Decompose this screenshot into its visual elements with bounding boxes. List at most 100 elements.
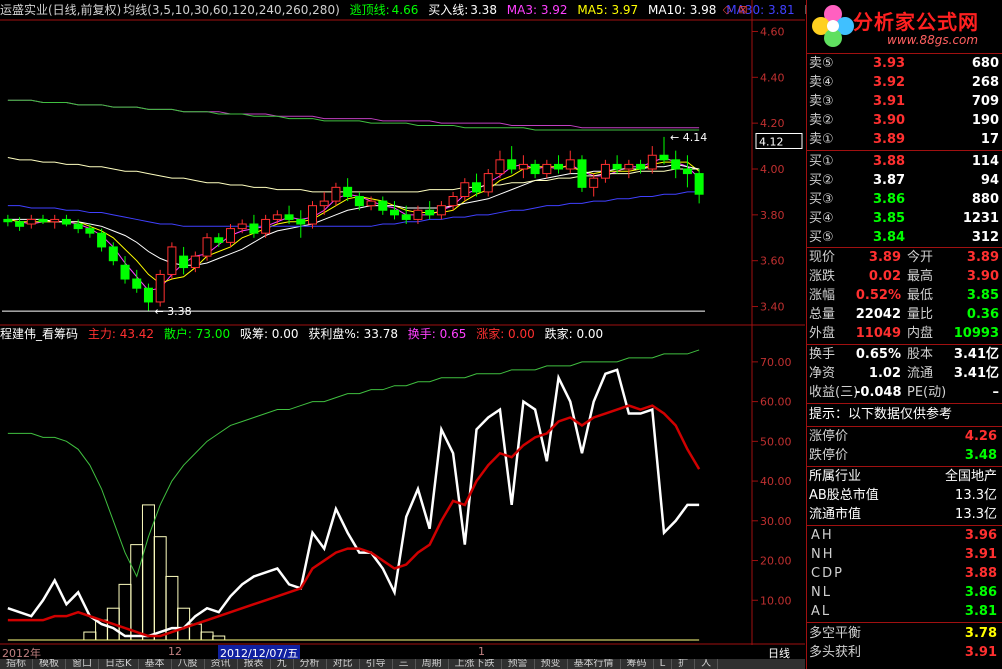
stat-value: 10993 — [953, 326, 999, 341]
stat-label: 收益(三) — [809, 385, 859, 400]
bottom-tab[interactable]: 筹码 — [621, 659, 654, 669]
stat-value: 11049 — [855, 326, 901, 341]
stat-row: 换手 0.65% 股本 3.41亿 — [807, 345, 1002, 364]
bottom-tab[interactable]: 周期 — [416, 659, 449, 669]
bottom-tab[interactable]: 窗口 — [66, 659, 99, 669]
escape-label: 逃顶线: — [349, 3, 390, 17]
bottom-tab[interactable]: 指标 — [0, 659, 33, 669]
stat-row: 现价 3.89 今开 3.89 — [807, 248, 1002, 267]
bid-row: 买① 3.88 114 — [807, 152, 1002, 171]
candle-body — [659, 154, 669, 161]
ask-row: 卖⑤ 3.93 680 — [807, 54, 1002, 73]
stat-row: 总量 22042 量比 0.36 — [807, 305, 1002, 324]
bottom-tab[interactable]: 模板 — [33, 659, 66, 669]
close-icon[interactable]: ⊠ — [736, 3, 750, 17]
balance-value: 3.91 — [964, 645, 997, 660]
bottom-tab[interactable]: 九 — [271, 659, 294, 669]
candle-body — [682, 168, 692, 175]
chart-header: 运盛实业(日线,前复权) 均线(3,5,10,30,60,120,240,260,… — [0, 0, 819, 20]
industry-row: AB股总市值 13.3亿 — [807, 486, 1002, 505]
stat-value: 0.65% — [855, 347, 901, 362]
balance-label: 多空平衡 — [809, 626, 862, 641]
stat-row: 涨跌 0.02 最高 3.90 — [807, 267, 1002, 286]
indicator-tick-label: 50.00 — [760, 435, 792, 448]
pivot-value: 3.86 — [964, 585, 997, 600]
stat-value: 0.36 — [966, 307, 999, 322]
stat-label: 总量 — [809, 307, 836, 322]
bottom-tab[interactable]: 上涨下跌 — [449, 659, 502, 669]
bottom-tab[interactable]: 资讯 — [205, 659, 238, 669]
price-tick-label: 3.80 — [760, 209, 785, 222]
indicator-tick-label: 40.00 — [760, 475, 792, 488]
bottom-tab[interactable]: 预警 — [502, 659, 535, 669]
candle-body — [378, 200, 388, 211]
candle-body — [3, 218, 13, 223]
stat-label: PE(动) — [907, 385, 947, 400]
bottom-tab[interactable]: 引导 — [360, 659, 393, 669]
limit-label: 跌停价 — [809, 448, 849, 463]
bottom-tab[interactable]: 报表 — [238, 659, 271, 669]
candle-body — [296, 218, 306, 225]
stat-label: 流通 — [907, 366, 934, 381]
buy-label: 买入线: — [428, 3, 469, 17]
candle-body — [284, 214, 294, 220]
chip-bar — [83, 631, 97, 641]
bottom-tab[interactable]: 基本 — [139, 659, 172, 669]
bottom-tab[interactable]: 日志K — [99, 659, 139, 669]
price-tick-label: 4.60 — [760, 25, 785, 38]
stat-value: 3.89 — [868, 250, 901, 265]
date-axis: 2012年 12 2012/12/07/五 1 日线 — [0, 645, 805, 661]
candle-body — [600, 163, 610, 179]
stat-label: 今开 — [907, 250, 934, 265]
chip-bar — [130, 544, 144, 641]
limit-row: 跌停价 3.48 — [807, 446, 1002, 465]
chart-area[interactable]: 3.40 3.60 3.80 4.00 4.20 4.40 4.60 4.12 ← 4.14 ← … — [0, 0, 819, 669]
candle-body — [343, 186, 353, 198]
bottom-tab[interactable]: 人 — [695, 659, 719, 669]
bottom-tab[interactable]: 八股 — [172, 659, 205, 669]
candle-body — [179, 255, 189, 269]
stat-value: 3.89 — [966, 250, 999, 265]
pivot-label: AH — [811, 528, 834, 543]
bottom-tab[interactable]: 分析 — [294, 659, 327, 669]
bottom-tab[interactable]: 扩 — [672, 659, 696, 669]
candle-body — [155, 273, 165, 303]
chip-bar — [200, 631, 214, 641]
candle-body — [85, 228, 95, 234]
candle-body — [647, 154, 657, 170]
ma-params: 均线(3,5,10,30,60,120,240,260,280) — [123, 3, 340, 17]
balance-row: 多空平衡 3.78 — [807, 624, 1002, 643]
bottom-tab[interactable]: 基本行情 — [568, 659, 621, 669]
candle-body — [132, 278, 142, 289]
bottom-tab[interactable]: L — [654, 659, 673, 669]
stat-row: 涨幅 0.52% 最低 3.85 — [807, 286, 1002, 305]
notice-text: 提示：以下数据仅供参考 — [809, 407, 953, 422]
restore-icon[interactable]: ◇ — [720, 3, 734, 17]
pivot-label: AL — [811, 604, 832, 619]
bottom-tab[interactable]: 预变 — [535, 659, 568, 669]
price-tick-label: 4.00 — [760, 163, 785, 176]
ask-row: 卖③ 3.91 709 — [807, 92, 1002, 111]
month-label: 12 — [168, 645, 182, 658]
bid-volume: 94 — [980, 173, 999, 188]
bid-row: 买④ 3.85 1231 — [807, 209, 1002, 228]
bid-price: 3.86 — [873, 192, 906, 207]
bid-volume: 880 — [971, 192, 999, 207]
turnover: 换手: 0.65 — [407, 327, 467, 341]
candle-body — [167, 246, 177, 275]
bid-level-label: 买⑤ — [809, 230, 834, 245]
stat-row: 净资 1.02 流通 3.41亿 — [807, 364, 1002, 383]
bid-row: 买② 3.87 94 — [807, 171, 1002, 190]
indicator-name: 程建伟_看筹码 — [0, 327, 79, 341]
candle-body — [483, 173, 493, 193]
chip-bar — [153, 536, 167, 641]
absorb: 吸筹: 0.00 — [239, 327, 299, 341]
flower-logo-icon — [812, 5, 854, 47]
bottom-tab-bar[interactable]: 指标 模板 窗口 日志K 基本 八股 资讯 报表九分析 对比 引导三周期 上涨下跌 预警 预变 基本行情筹… — [0, 659, 805, 669]
candle-body — [472, 182, 482, 193]
divider — [807, 150, 1002, 151]
bottom-tab[interactable]: 三 — [393, 659, 416, 669]
bottom-tab[interactable]: 对比 — [327, 659, 360, 669]
candle-body — [694, 173, 704, 195]
bid-price: 3.88 — [873, 154, 906, 169]
